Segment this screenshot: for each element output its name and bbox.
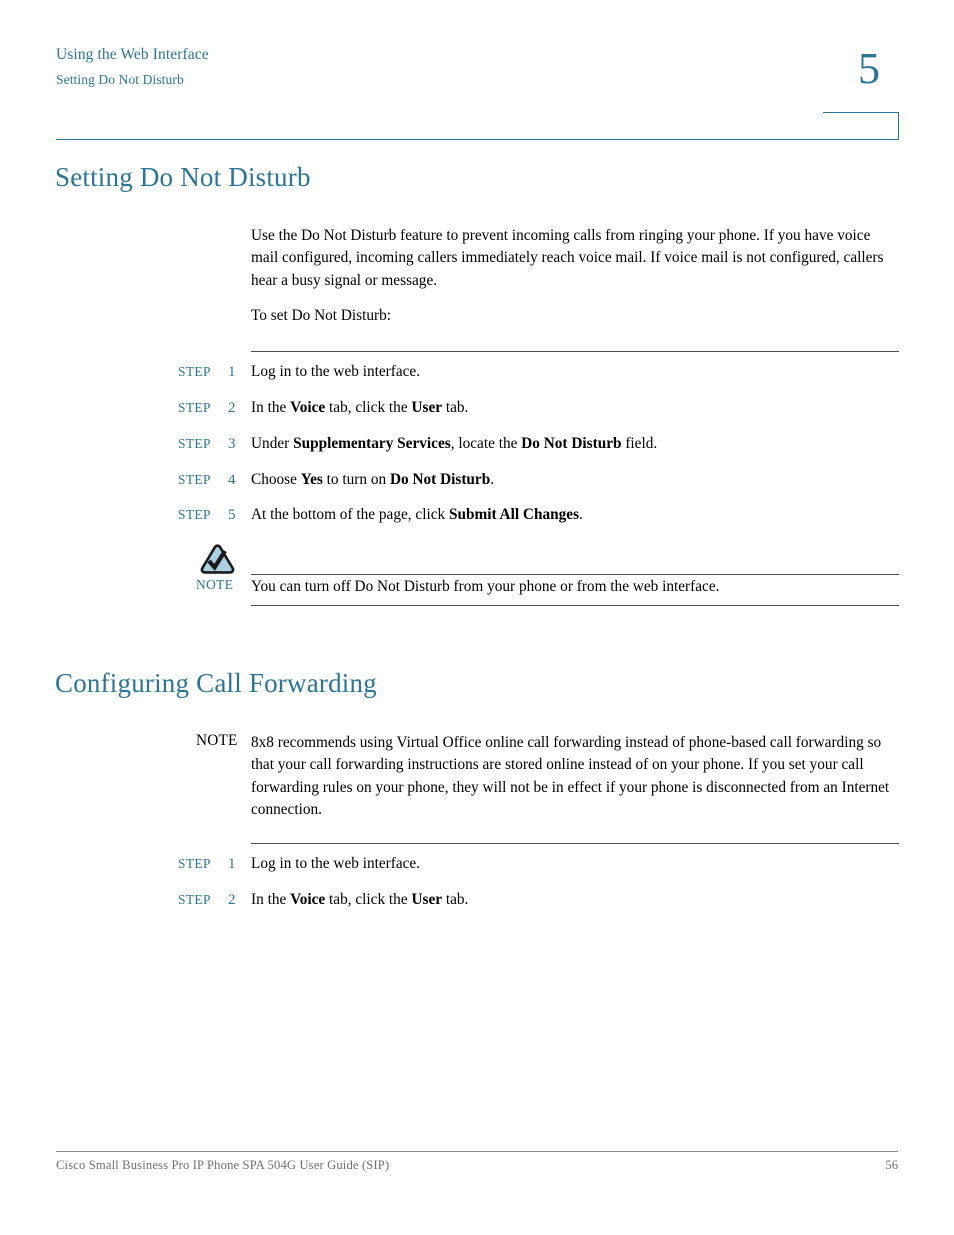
- step-label: STEP: [178, 856, 211, 871]
- dnd-note-bottom-rule: [251, 605, 899, 606]
- footer-page-number: 56: [885, 1158, 898, 1172]
- dnd-step-4: STEP 4 Choose Yes to turn on Do Not Dist…: [178, 469, 899, 491]
- step-number: 1: [228, 856, 236, 872]
- document-page: Using the Web Interface Setting Do Not D…: [0, 0, 954, 1235]
- step-number: 4: [228, 472, 236, 488]
- step-text: Under Supplementary Services, locate the…: [251, 435, 658, 452]
- cfw-step-1: STEP 1 Log in to the web interface.: [178, 853, 899, 875]
- dnd-steps-top-rule: [251, 351, 899, 352]
- step-number: 2: [228, 892, 236, 908]
- cfw-step-2: STEP 2 In the Voice tab, click the User …: [178, 889, 899, 911]
- note-triangle-check-icon: [199, 544, 236, 575]
- cfw-note-label: NOTE: [196, 732, 238, 749]
- dnd-note-label: NOTE: [196, 577, 234, 592]
- step-label: STEP: [178, 507, 211, 522]
- step-number: 3: [228, 436, 236, 452]
- step-label: STEP: [178, 892, 211, 907]
- dnd-step-1: STEP 1 Log in to the web interface.: [178, 361, 899, 383]
- dnd-step-5: STEP 5 At the bottom of the page, click …: [178, 504, 899, 526]
- chapter-number: 5: [858, 44, 880, 93]
- chapter-number-box: [823, 112, 899, 140]
- footer-divider: [56, 1151, 898, 1152]
- step-text: Choose Yes to turn on Do Not Disturb.: [251, 471, 495, 488]
- footer-document-title: Cisco Small Business Pro IP Phone SPA 50…: [56, 1158, 390, 1172]
- cfw-note-text: 8x8 recommends using Virtual Office onli…: [251, 734, 890, 819]
- step-text: Log in to the web interface.: [251, 363, 421, 380]
- cfw-steps-top-rule: [251, 843, 899, 844]
- step-label: STEP: [178, 436, 211, 451]
- dnd-lead-in: To set Do Not Disturb:: [251, 307, 391, 324]
- step-number: 5: [228, 507, 236, 523]
- step-number: 1: [228, 364, 236, 380]
- step-label: STEP: [178, 364, 211, 379]
- dnd-note-text: You can turn off Do Not Disturb from you…: [251, 578, 720, 595]
- step-text: At the bottom of the page, click Submit …: [251, 506, 583, 523]
- step-text: In the Voice tab, click the User tab.: [251, 891, 469, 908]
- step-text: Log in to the web interface.: [251, 855, 421, 872]
- step-text: In the Voice tab, click the User tab.: [251, 399, 469, 416]
- dnd-step-3: STEP 3 Under Supplementary Services, loc…: [178, 433, 899, 455]
- step-label: STEP: [178, 400, 211, 415]
- dnd-step-2: STEP 2 In the Voice tab, click the User …: [178, 397, 899, 419]
- header-section-name: Setting Do Not Disturb: [56, 72, 184, 88]
- running-header: Using the Web Interface Setting Do Not D…: [56, 44, 656, 90]
- step-label: STEP: [178, 472, 211, 487]
- step-number: 2: [228, 400, 236, 416]
- dnd-intro-paragraph: Use the Do Not Disturb feature to preven…: [251, 227, 884, 289]
- dnd-note-top-rule: [251, 574, 899, 575]
- heading-setting-do-not-disturb: Setting Do Not Disturb: [55, 162, 311, 192]
- heading-configuring-call-forwarding: Configuring Call Forwarding: [55, 668, 377, 698]
- header-chapter-name: Using the Web Interface: [56, 46, 209, 63]
- header-divider: [56, 139, 898, 140]
